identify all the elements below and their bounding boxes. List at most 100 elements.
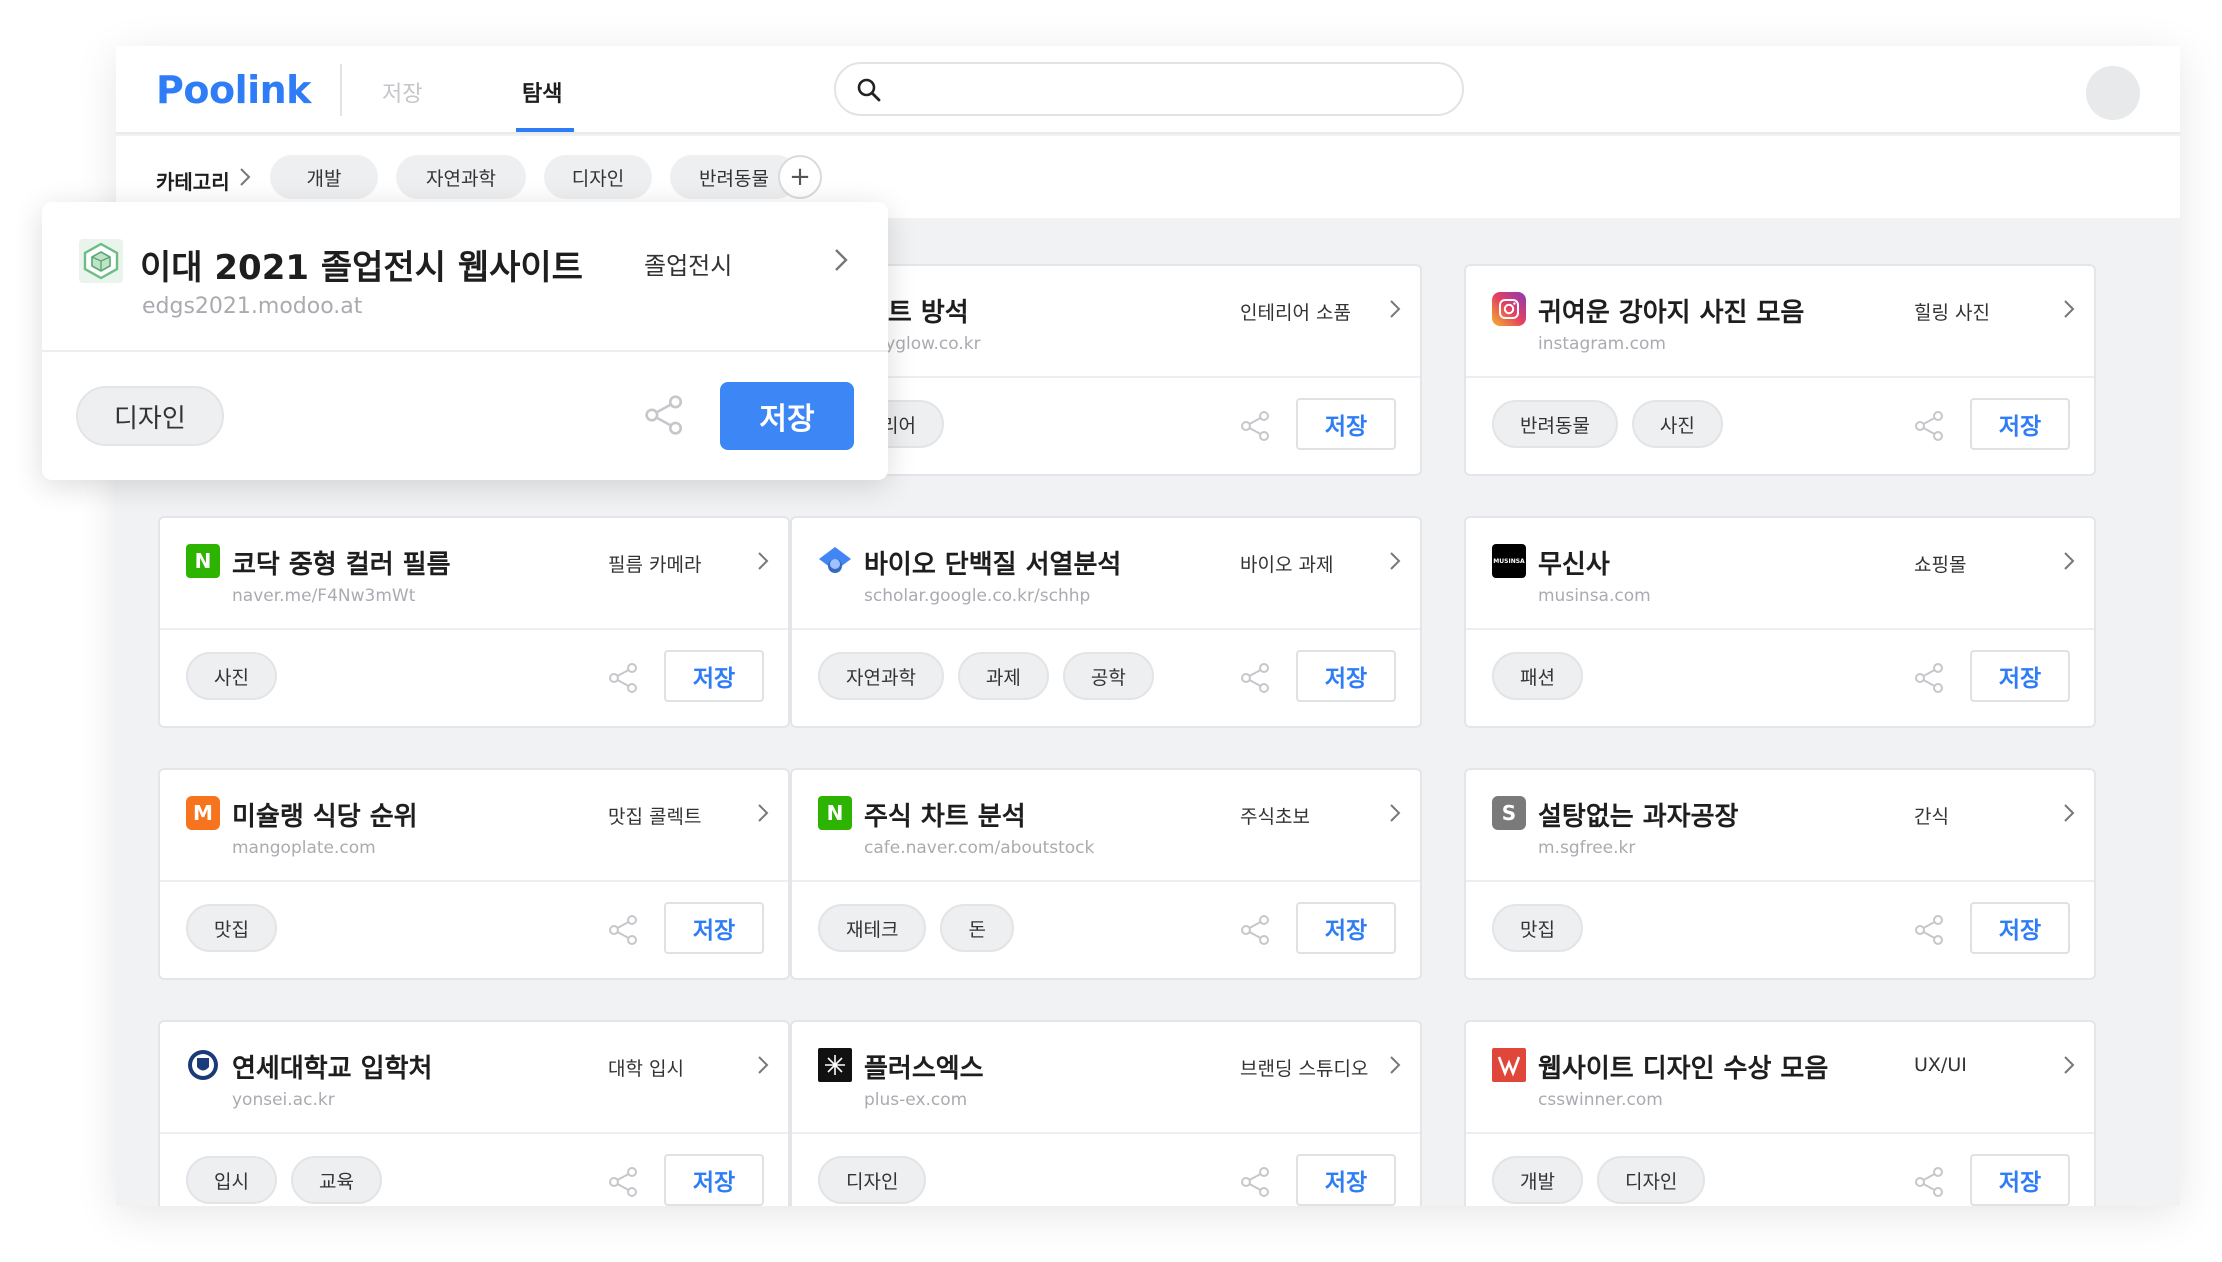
link-card[interactable]: 연세대학교 입학처 yonsei.ac.kr 대학 입시 입시 교육 저장 bbox=[158, 1020, 790, 1206]
tag-chip[interactable]: 사진 bbox=[186, 652, 277, 700]
tab-save[interactable]: 저장 bbox=[382, 76, 422, 108]
chevron-right-icon[interactable] bbox=[1388, 550, 1402, 572]
link-card[interactable]: M 미슐랭 식당 순위 mangoplate.com 맛집 콜렉트 맛집 저장 bbox=[158, 768, 790, 980]
save-button[interactable]: 저장 bbox=[664, 1154, 764, 1206]
user-avatar[interactable] bbox=[2086, 66, 2140, 120]
tag-chip[interactable]: 입시 bbox=[186, 1156, 277, 1204]
add-category-button[interactable]: + bbox=[778, 155, 822, 199]
card-category: 대학 입시 bbox=[608, 1058, 684, 1080]
share-icon[interactable] bbox=[1240, 1166, 1272, 1198]
chevron-right-icon[interactable] bbox=[1388, 298, 1402, 320]
card-category: 쇼핑몰 bbox=[1914, 554, 1967, 576]
save-button[interactable]: 저장 bbox=[1970, 398, 2070, 450]
header-divider bbox=[340, 64, 342, 116]
link-card[interactable]: MUSINSA 무신사 musinsa.com 쇼핑몰 패션 저장 bbox=[1464, 516, 2096, 728]
chevron-right-icon[interactable] bbox=[832, 246, 850, 274]
save-button[interactable]: 저장 bbox=[1970, 1154, 2070, 1206]
chevron-right-icon[interactable] bbox=[756, 802, 770, 824]
tag-chip[interactable]: 공학 bbox=[1062, 652, 1154, 700]
card-url[interactable]: plus-ex.com bbox=[864, 1090, 967, 1110]
share-icon[interactable] bbox=[1914, 410, 1946, 442]
card-url[interactable]: mangoplate.com bbox=[232, 838, 376, 858]
tag-chip[interactable]: 맛집 bbox=[186, 904, 277, 952]
save-button[interactable]: 저장 bbox=[1970, 650, 2070, 702]
tag-chip[interactable]: 재테크 bbox=[818, 904, 927, 952]
save-button[interactable]: 저장 bbox=[1970, 902, 2070, 954]
chevron-right-icon[interactable] bbox=[2062, 802, 2076, 824]
share-icon[interactable] bbox=[1240, 662, 1272, 694]
tag-chip[interactable]: 맛집 bbox=[1492, 904, 1583, 952]
card-tags: 반려동물 사진 bbox=[1492, 400, 1723, 448]
tag-chip[interactable]: 디자인 bbox=[76, 386, 224, 446]
top-header: Poolink 저장 탐색 bbox=[116, 46, 2180, 134]
chevron-right-icon[interactable] bbox=[756, 550, 770, 572]
card-url[interactable]: csswinner.com bbox=[1538, 1090, 1663, 1110]
tag-chip[interactable]: 사진 bbox=[1631, 400, 1723, 448]
share-icon[interactable] bbox=[644, 394, 686, 436]
save-button[interactable]: 저장 bbox=[1296, 650, 1396, 702]
share-icon[interactable] bbox=[608, 914, 640, 946]
link-card[interactable]: N 주식 차트 분석 cafe.naver.com/aboutstock 주식초… bbox=[790, 768, 1422, 980]
card-url[interactable]: yonsei.ac.kr bbox=[232, 1090, 335, 1110]
save-button[interactable]: 저장 bbox=[1296, 902, 1396, 954]
card-url[interactable]: musinsa.com bbox=[1538, 586, 1651, 606]
tag-chip[interactable]: 교육 bbox=[290, 1156, 382, 1204]
chevron-right-icon[interactable] bbox=[2062, 298, 2076, 320]
tag-chip[interactable]: 디자인 bbox=[818, 1156, 927, 1204]
save-button[interactable]: 저장 bbox=[1296, 398, 1396, 450]
featured-url[interactable]: edgs2021.modoo.at bbox=[142, 294, 362, 319]
link-card[interactable]: S 설탕없는 과자공장 m.sgfree.kr 간식 맛집 저장 bbox=[1464, 768, 2096, 980]
featured-link-card[interactable]: 이대 2021 졸업전시 웹사이트 edgs2021.modoo.at 졸업전시… bbox=[42, 202, 888, 480]
sgfree-icon: S bbox=[1492, 796, 1526, 830]
naver-icon: N bbox=[186, 544, 220, 578]
chevron-right-icon bbox=[240, 168, 251, 186]
share-icon[interactable] bbox=[1240, 914, 1272, 946]
card-tags: 패션 bbox=[1492, 652, 1583, 700]
tag-chip[interactable]: 반려동물 bbox=[1492, 400, 1618, 448]
link-card[interactable]: 웹사이트 디자인 수상 모음 csswinner.com UX/UI 개발 디자… bbox=[1464, 1020, 2096, 1206]
link-card[interactable]: N 코닥 중형 컬러 필름 naver.me/F4Nw3mWt 필름 카메라 사… bbox=[158, 516, 790, 728]
card-divider bbox=[1466, 376, 2094, 378]
save-button-primary[interactable]: 저장 bbox=[720, 382, 854, 450]
card-url[interactable]: scholar.google.co.kr/schhp bbox=[864, 586, 1090, 606]
poolink-logo[interactable]: Poolink bbox=[156, 68, 311, 112]
save-button[interactable]: 저장 bbox=[664, 650, 764, 702]
card-divider bbox=[1466, 880, 2094, 882]
share-icon[interactable] bbox=[608, 662, 640, 694]
chevron-right-icon[interactable] bbox=[1388, 802, 1402, 824]
share-icon[interactable] bbox=[608, 1166, 640, 1198]
featured-title: 이대 2021 졸업전시 웹사이트 bbox=[140, 248, 583, 288]
share-icon[interactable] bbox=[1914, 914, 1946, 946]
mangoplate-icon: M bbox=[186, 796, 220, 830]
chevron-right-icon[interactable] bbox=[2062, 1054, 2076, 1076]
card-url[interactable]: m.sgfree.kr bbox=[1538, 838, 1635, 858]
chevron-right-icon[interactable] bbox=[2062, 550, 2076, 572]
card-url[interactable]: cafe.naver.com/aboutstock bbox=[864, 838, 1094, 858]
card-url[interactable]: naver.me/F4Nw3mWt bbox=[232, 586, 415, 606]
tag-chip[interactable]: 과제 bbox=[957, 652, 1049, 700]
search-input[interactable] bbox=[834, 62, 1464, 116]
chevron-right-icon[interactable] bbox=[1388, 1054, 1402, 1076]
category-pill-design[interactable]: 디자인 bbox=[544, 155, 652, 199]
tag-chip[interactable]: 개발 bbox=[1492, 1156, 1583, 1204]
share-icon[interactable] bbox=[1914, 662, 1946, 694]
share-icon[interactable] bbox=[1240, 410, 1272, 442]
category-pill-dev[interactable]: 개발 bbox=[270, 155, 378, 199]
card-title: 연세대학교 입학처 bbox=[232, 1054, 433, 1084]
card-url[interactable]: instagram.com bbox=[1538, 334, 1666, 354]
tag-chip[interactable]: 패션 bbox=[1492, 652, 1583, 700]
tag-chip[interactable]: 디자인 bbox=[1596, 1156, 1706, 1204]
link-card[interactable]: 바이오 단백질 서열분석 scholar.google.co.kr/schhp … bbox=[790, 516, 1422, 728]
category-pill-science[interactable]: 자연과학 bbox=[396, 155, 526, 199]
link-card[interactable]: 귀여운 강아지 사진 모음 instagram.com 힐링 사진 반려동물 사… bbox=[1464, 264, 2096, 476]
tag-chip[interactable]: 돈 bbox=[940, 904, 1014, 952]
save-button[interactable]: 저장 bbox=[664, 902, 764, 954]
category-label[interactable]: 카테고리 bbox=[156, 166, 230, 195]
chevron-right-icon[interactable] bbox=[756, 1054, 770, 1076]
link-card[interactable]: 플러스엑스 plus-ex.com 브랜딩 스튜디오 디자인 저장 bbox=[790, 1020, 1422, 1206]
share-icon[interactable] bbox=[1914, 1166, 1946, 1198]
tab-explore[interactable]: 탐색 bbox=[522, 76, 562, 108]
card-divider bbox=[1466, 628, 2094, 630]
save-button[interactable]: 저장 bbox=[1296, 1154, 1396, 1206]
tag-chip[interactable]: 자연과학 bbox=[818, 652, 944, 700]
